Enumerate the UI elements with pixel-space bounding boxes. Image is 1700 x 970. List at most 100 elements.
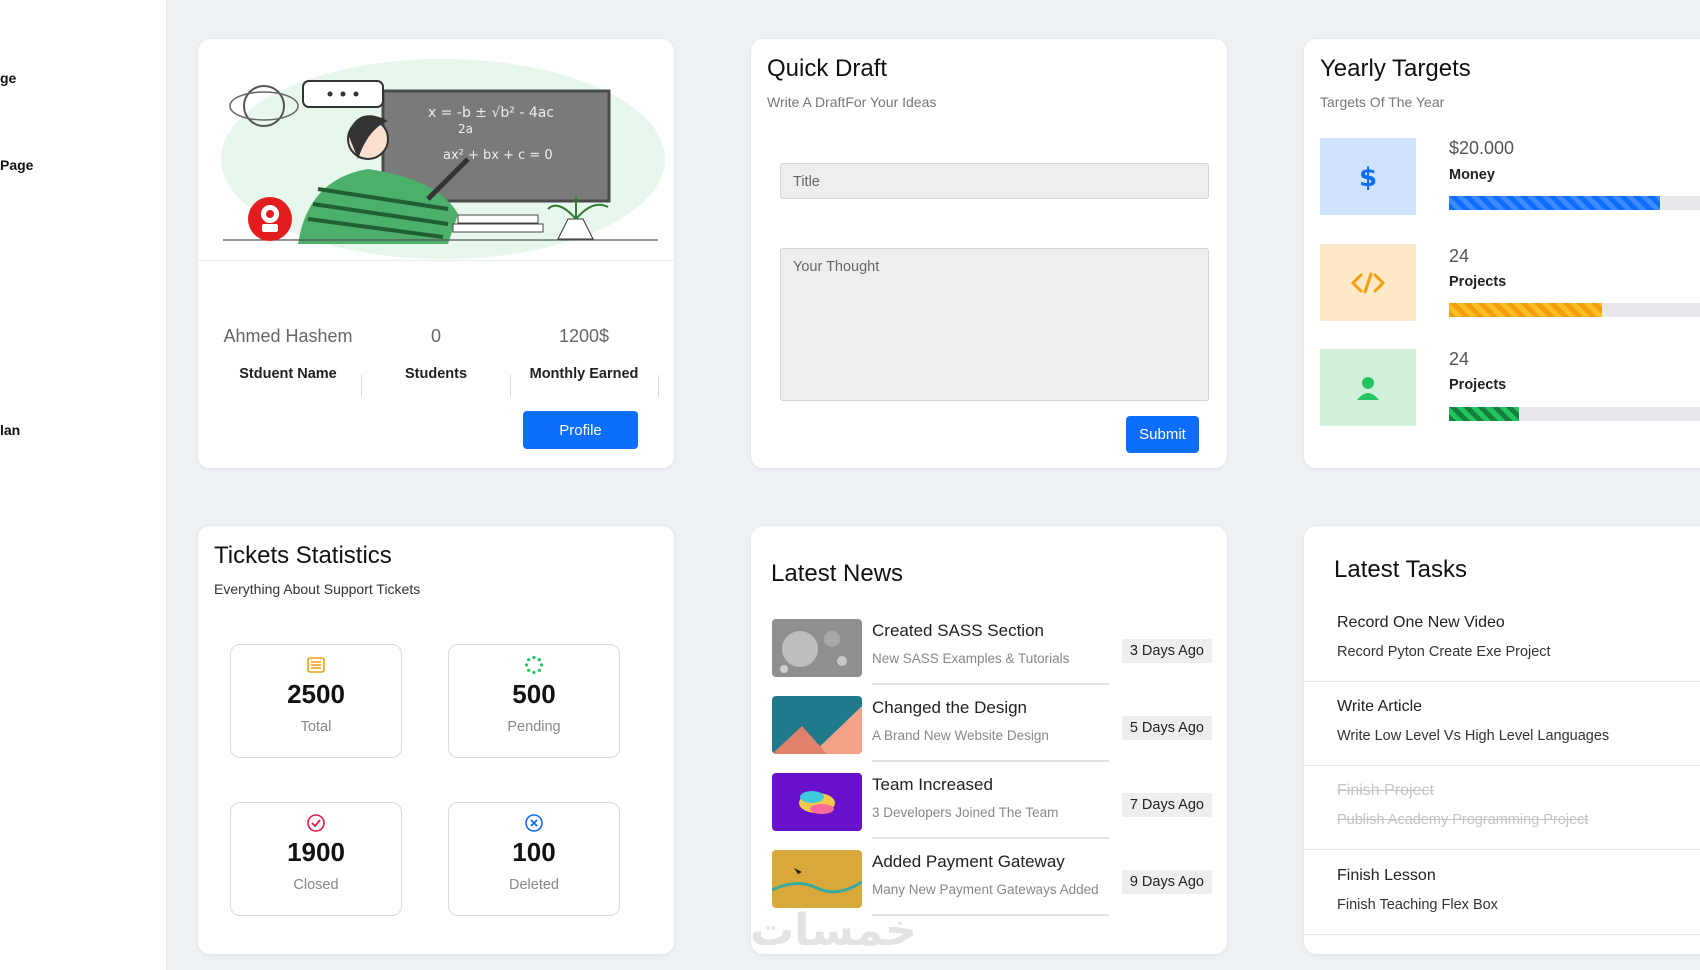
x-circle-icon [525, 814, 543, 832]
news-item[interactable]: Changed the Design A Brand New Website D… [772, 696, 1212, 763]
welcome-card: x = -b ± √b² - 4ac 2a ax² + bx + c = 0 A… [198, 39, 674, 468]
ticket-value: 100 [512, 837, 556, 867]
news-title: Created SASS Section [872, 621, 1044, 640]
svg-text:2a: 2a [458, 122, 473, 136]
news-image [772, 619, 862, 677]
news-item[interactable]: Created SASS Section New SASS Examples &… [772, 619, 1212, 686]
user-icon [1320, 349, 1416, 426]
card-title: Latest Tasks [1334, 556, 1467, 583]
quick-draft-card: Quick Draft Write A DraftFor Your Ideas … [751, 39, 1227, 468]
profile-button[interactable]: Profile [523, 411, 638, 449]
welcome-illustration: x = -b ± √b² - 4ac 2a ax² + bx + c = 0 [198, 39, 674, 261]
task-desc: Write Low Level Vs High Level Languages [1337, 728, 1610, 744]
card-title: Quick Draft [767, 55, 888, 82]
task-title: Record One New Video [1337, 614, 1505, 631]
ticket-box-deleted: 100 Deleted [448, 802, 620, 916]
svg-text:x = -b ± √b² - 4ac: x = -b ± √b² - 4ac [428, 105, 554, 121]
ticket-value: 500 [512, 679, 556, 709]
news-title: Added Payment Gateway [872, 852, 1065, 871]
students-value: 0 [430, 326, 441, 346]
card-subtitle: Everything About Support Tickets [214, 581, 421, 597]
news-desc: A Brand New Website Design [872, 728, 1049, 743]
news-image [772, 696, 862, 754]
target-value: $20.000 [1449, 138, 1515, 158]
news-desc: Many New Payment Gateways Added [872, 882, 1099, 897]
task-desc: Finish Teaching Flex Box [1337, 897, 1498, 913]
card-title: Tickets Statistics [214, 542, 392, 569]
ticket-label: Total [300, 719, 332, 735]
svg-text:ax² + bx + c = 0: ax² + bx + c = 0 [443, 148, 553, 163]
ticket-label: Pending [507, 719, 561, 735]
student-name-value: Ahmed Hashem [223, 326, 353, 346]
latest-tasks-card: Latest Tasks Record One New Video Record… [1304, 526, 1700, 954]
target-progress [1449, 407, 1700, 421]
news-desc: 3 Developers Joined The Team [872, 805, 1059, 820]
divider [872, 837, 1109, 839]
divider [658, 375, 659, 397]
ticket-box-pending: 500 Pending [448, 644, 620, 758]
students-label: Students [404, 366, 468, 382]
news-image [772, 850, 862, 908]
task-title: Write Article [1337, 698, 1423, 715]
news-image [772, 773, 862, 831]
sidebar: ge Page lan [0, 0, 167, 970]
divider [872, 683, 1109, 685]
task-item-done[interactable]: Finish Project Publish Academy Programmi… [1304, 766, 1700, 850]
target-progress [1449, 303, 1700, 317]
task-title: Finish Lesson [1337, 867, 1436, 884]
spinner-icon [524, 655, 544, 675]
ticket-box-closed: 1900 Closed [230, 802, 402, 916]
sidebar-item-2[interactable]: Page [0, 157, 33, 173]
target-value: 24 [1449, 349, 1470, 369]
svg-text:$: $ [1359, 163, 1377, 192]
check-circle-icon [307, 814, 325, 832]
news-desc: New SASS Examples & Tutorials [872, 651, 1070, 666]
task-item[interactable]: Write Article Write Low Level Vs High Le… [1304, 682, 1700, 766]
news-item[interactable]: Team Increased 3 Developers Joined The T… [772, 773, 1212, 840]
task-item[interactable]: Record One New Video Record Pyton Create… [1304, 598, 1700, 682]
latest-news-card: Latest News Created SASS Section New SAS… [751, 526, 1227, 954]
card-subtitle: Targets Of The Year [1320, 94, 1445, 110]
news-date: 9 Days Ago [1121, 870, 1212, 894]
card-title: Latest News [771, 560, 904, 587]
news-date: 5 Days Ago [1121, 716, 1212, 740]
card-subtitle: Write A DraftFor Your Ideas [767, 94, 937, 110]
student-name-label: Stduent Name [239, 366, 337, 382]
sidebar-item-1[interactable]: ge [0, 70, 16, 86]
target-progress-fill [1449, 196, 1660, 210]
news-title: Team Increased [872, 775, 993, 794]
task-title: Finish Project [1337, 782, 1434, 799]
target-label: Projects [1449, 274, 1507, 290]
target-progress [1449, 196, 1700, 210]
list-icon [307, 657, 325, 673]
monthly-earned-value: 1200$ [558, 326, 610, 346]
title-input[interactable]: Title [780, 163, 1209, 199]
target-progress-fill [1449, 407, 1520, 421]
dollar-icon: $ [1320, 138, 1416, 215]
thought-textarea[interactable]: Your Thought [780, 248, 1209, 401]
submit-button[interactable]: Submit [1126, 416, 1199, 453]
divider [872, 760, 1109, 762]
target-label: Money [1449, 167, 1495, 183]
code-icon [1320, 244, 1416, 321]
task-desc: Publish Academy Programming Project [1337, 812, 1589, 828]
ticket-box-total: 2500 Total [230, 644, 402, 758]
target-progress-fill [1449, 303, 1603, 317]
monthly-earned-label: Monthly Earned [529, 366, 639, 382]
tickets-statistics-card: Tickets Statistics Everything About Supp… [198, 526, 674, 954]
news-title: Changed the Design [872, 698, 1028, 717]
watermark-logo: خمسات [750, 906, 917, 955]
sidebar-item-3[interactable]: lan [0, 422, 20, 438]
task-desc: Record Pyton Create Exe Project [1337, 644, 1551, 660]
ticket-value: 2500 [287, 679, 345, 709]
ticket-label: Deleted [509, 877, 559, 893]
news-date: 7 Days Ago [1121, 793, 1212, 817]
ticket-value: 1900 [287, 837, 345, 867]
target-value: 24 [1449, 246, 1470, 266]
yearly-targets-card: Yearly Targets Targets Of The Year $ $20… [1304, 39, 1700, 468]
task-item[interactable]: Finish Lesson Finish Teaching Flex Box [1304, 851, 1700, 935]
card-title: Yearly Targets [1320, 55, 1471, 82]
ticket-label: Closed [293, 877, 339, 893]
news-date: 3 Days Ago [1121, 639, 1212, 663]
target-label: Projects [1449, 377, 1507, 393]
